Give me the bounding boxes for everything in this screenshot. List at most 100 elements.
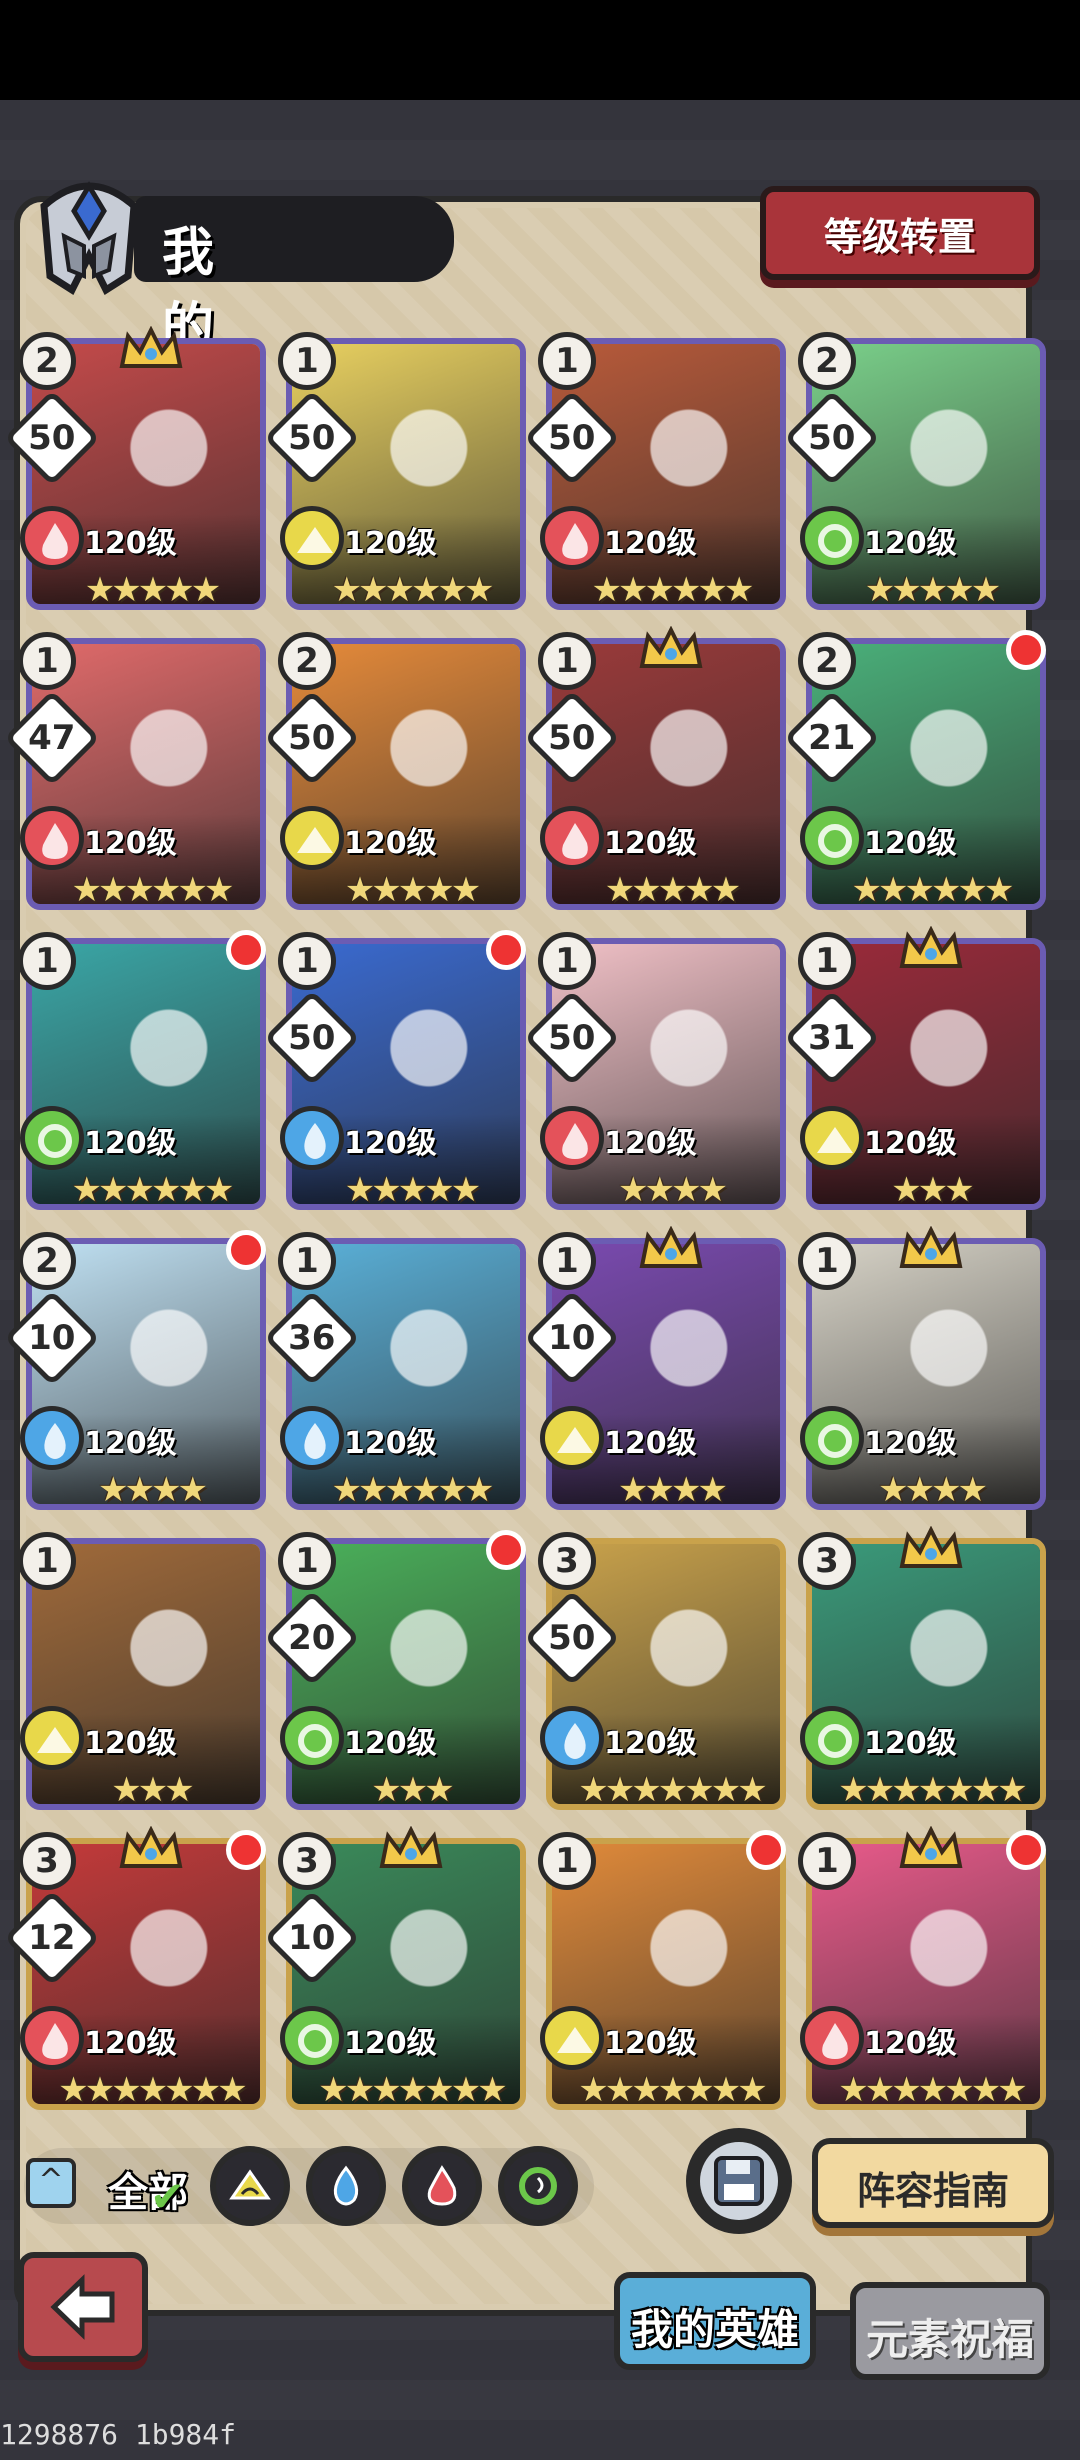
rank-badge: 1 — [277, 329, 336, 390]
wind-element-icon — [519, 2167, 557, 2205]
hero-card[interactable]: 1 120级 ★★★ — [17, 1529, 270, 1816]
hero-level: 120级 — [84, 2026, 177, 2061]
hero-card[interactable]: 1 50 120级 ★★★★★ — [263, 929, 530, 1216]
filter-wind-button[interactable] — [498, 2146, 578, 2226]
star-icon: ★ — [203, 1170, 235, 1210]
notification-dot — [226, 930, 266, 970]
hero-level: 120级 — [864, 526, 957, 561]
rank-badge: 1 — [797, 1229, 856, 1290]
earth-element-icon — [20, 1706, 84, 1770]
rank-badge: 3 — [17, 1829, 76, 1890]
rank-badge: 1 — [277, 1529, 336, 1590]
lineup-guide-button[interactable]: 阵容指南 — [812, 2138, 1054, 2228]
hero-card[interactable]: 1 120级 ★★★★★★★ — [797, 1826, 1050, 2116]
star-icon: ★ — [697, 1170, 728, 1210]
rank-badge: 1 — [537, 1229, 596, 1290]
wind-element-icon — [280, 1706, 344, 1770]
star-icon: ★ — [944, 1170, 975, 1210]
hero-card[interactable]: 1 20 120级 ★★★ — [263, 1529, 530, 1816]
filter-earth-button[interactable] — [210, 2146, 290, 2226]
debug-id-text: 1298876 1b984f — [0, 2418, 237, 2451]
rank-badge: 1 — [537, 629, 596, 690]
fire-element-icon — [800, 2006, 864, 2070]
notification-dot — [1006, 630, 1046, 670]
hero-card[interactable]: 3 10 120级 ★★★★★★★ — [263, 1826, 530, 2116]
notification-dot — [226, 1830, 266, 1870]
hero-level: 120级 — [84, 1426, 177, 1461]
hero-stars: ★★★★★ — [818, 570, 1048, 610]
star-icon: ★ — [697, 1470, 728, 1510]
hero-level: 120级 — [864, 2026, 957, 2061]
hero-card[interactable]: 3 12 120级 ★★★★★★★ — [3, 1826, 270, 2116]
crown-icon — [639, 626, 703, 668]
fire-element-icon — [540, 506, 604, 570]
wind-element-icon — [800, 1406, 864, 1470]
star-icon: ★ — [737, 1770, 768, 1810]
notification-dot — [746, 1830, 786, 1870]
hero-card[interactable]: 1 10 120级 ★★★★ — [523, 1226, 790, 1516]
earth-element-icon — [280, 506, 344, 570]
hero-stars: ★★★★ — [38, 1470, 268, 1510]
earth-element-icon — [229, 2169, 271, 2200]
lineup-guide-label: 阵容指南 — [856, 2169, 1009, 2213]
earth-element-icon — [540, 1406, 604, 1470]
rank-badge: 1 — [797, 1829, 856, 1890]
hero-level: 120级 — [604, 1426, 697, 1461]
hero-card[interactable]: 1 50 120级 ★★★★★★ — [263, 329, 530, 616]
rank-badge: 2 — [17, 1229, 76, 1290]
hero-card[interactable]: 3 50 120级 ★★★★★★★ — [523, 1529, 790, 1816]
rank-badge: 1 — [537, 1829, 596, 1890]
crown-icon — [899, 1226, 963, 1268]
star-icon: ★ — [217, 2070, 248, 2110]
star-icon: ★ — [723, 570, 755, 610]
hero-card[interactable]: 1 50 120级 ★★★★★ — [523, 626, 790, 916]
star-icon: ★ — [450, 1170, 482, 1210]
wind-element-icon — [800, 506, 864, 570]
tab-my-heroes[interactable]: 我的英雄 — [614, 2272, 816, 2370]
fire-element-icon — [20, 2006, 84, 2070]
hero-card[interactable]: 2 50 120级 ★★★★★ — [3, 326, 270, 616]
hero-card[interactable]: 1 120级 ★★★★ — [797, 1226, 1050, 1516]
back-button[interactable] — [18, 2252, 148, 2362]
hero-level: 120级 — [344, 1726, 437, 1761]
filter-water-button[interactable] — [306, 2146, 386, 2226]
hero-level: 120级 — [84, 826, 177, 861]
hero-card[interactable]: 1 47 120级 ★★★★★★ — [3, 629, 270, 916]
rank-badge: 1 — [797, 929, 856, 990]
hero-card[interactable]: 1 120级 ★★★★★★ — [17, 929, 270, 1216]
star-icon: ★ — [190, 570, 222, 610]
hero-card[interactable]: 2 50 120级 ★★★★★ — [783, 329, 1050, 616]
hero-card[interactable]: 1 120级 ★★★★★★★ — [537, 1829, 790, 2116]
hero-card[interactable]: 2 21 120级 ★★★★★★ — [783, 629, 1050, 916]
back-arrow-icon — [50, 2274, 115, 2340]
rank-badge: 1 — [277, 929, 336, 990]
hero-card[interactable]: 2 50 120级 ★★★★★ — [263, 629, 530, 916]
tab-element-blessing[interactable]: 元素祝福 — [850, 2282, 1050, 2380]
earth-element-icon — [800, 1106, 864, 1170]
collapse-button[interactable]: ^ — [26, 2158, 76, 2208]
star-icon: ★ — [164, 1770, 195, 1810]
hero-card[interactable]: 3 120级 ★★★★★★★ — [797, 1526, 1050, 1816]
hero-card[interactable]: 1 50 120级 ★★★★★★ — [523, 329, 790, 616]
hero-card[interactable]: 1 50 120级 ★★★★ — [523, 929, 790, 1216]
hero-level: 120级 — [864, 826, 957, 861]
notification-dot — [486, 1530, 526, 1570]
save-lineup-button[interactable] — [686, 2128, 792, 2234]
star-icon: ★ — [424, 1770, 455, 1810]
notification-dot — [486, 930, 526, 970]
fire-element-icon — [20, 806, 84, 870]
hero-card[interactable]: 1 36 120级 ★★★★★★ — [263, 1229, 530, 1516]
hero-card[interactable]: 2 10 120级 ★★★★ — [3, 1229, 270, 1516]
hero-card[interactable]: 1 31 120级 ★★★ — [783, 926, 1050, 1216]
filter-fire-button[interactable] — [402, 2146, 482, 2226]
level-reset-button[interactable]: 等级转置 — [760, 186, 1040, 280]
rank-badge: 3 — [797, 1529, 856, 1590]
hero-level: 120级 — [344, 1426, 437, 1461]
hero-level: 120级 — [604, 1726, 697, 1761]
wind-element-icon — [20, 1106, 84, 1170]
crown-icon — [899, 926, 963, 968]
hero-stars: ★★★★★★ — [558, 570, 788, 610]
crown-icon — [379, 1826, 443, 1868]
rank-badge: 3 — [537, 1529, 596, 1590]
water-element-icon — [20, 1406, 84, 1470]
